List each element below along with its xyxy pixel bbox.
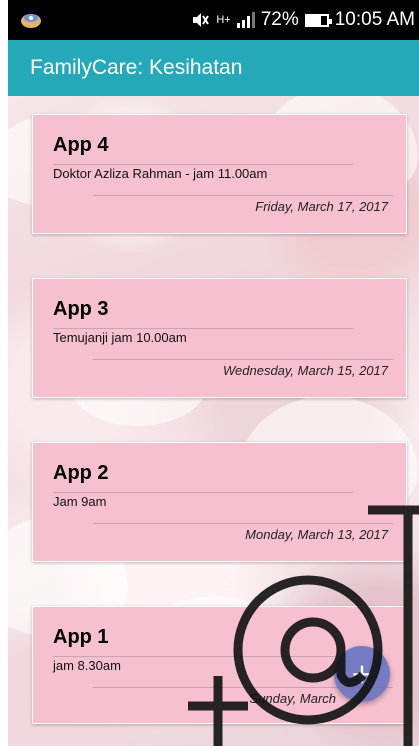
network-type-label: H+ xyxy=(216,14,231,26)
appointment-description: Doktor Azliza Rahman - jam 11.00am xyxy=(53,166,268,181)
appointment-title: App 2 xyxy=(53,462,109,484)
appointment-title: App 3 xyxy=(53,298,109,320)
appointment-date: Sunday, March xyxy=(249,691,336,706)
plus-icon: + xyxy=(350,657,374,690)
app-notification-icon xyxy=(21,14,41,28)
battery-percent: 72% xyxy=(260,9,299,30)
appointment-title: App 4 xyxy=(53,134,109,156)
app-bar: FamilyCare: Kesihatan xyxy=(8,40,419,96)
divider xyxy=(93,523,393,524)
appointment-title: App 1 xyxy=(53,626,109,648)
appointment-date: Monday, March 13, 2017 xyxy=(245,527,388,542)
appointment-description: Jam 9am xyxy=(53,494,107,509)
appointment-date: Wednesday, March 15, 2017 xyxy=(222,363,388,378)
divider xyxy=(93,359,393,360)
mute-icon xyxy=(193,13,210,27)
app-title: FamilyCare: Kesihatan xyxy=(30,56,243,79)
status-bar: H+ 72% 10:05 AM xyxy=(8,0,419,40)
divider xyxy=(53,164,353,165)
clock: 10:05 AM xyxy=(334,9,415,30)
appointment-card-app-2[interactable]: App 2 Jam 9am Monday, March 13, 2017 xyxy=(32,442,407,562)
battery-icon xyxy=(304,13,332,27)
appointment-description: Temujanji jam 10.00am xyxy=(53,330,187,345)
appointment-card-app-3[interactable]: App 3 Temujanji jam 10.00am Wednesday, M… xyxy=(32,278,407,398)
add-appointment-button[interactable]: + xyxy=(334,646,390,702)
signal-icon xyxy=(236,12,255,28)
divider xyxy=(93,195,393,196)
appointment-date: Friday, March 17, 2017 xyxy=(255,199,388,214)
divider xyxy=(53,656,353,657)
divider xyxy=(53,492,353,493)
divider xyxy=(53,328,353,329)
appointment-card-app-4[interactable]: App 4 Doktor Azliza Rahman - jam 11.00am… xyxy=(32,114,407,234)
phone-screen: H+ 72% 10:05 AM FamilyCare: Kesihatan Ap… xyxy=(8,0,419,746)
